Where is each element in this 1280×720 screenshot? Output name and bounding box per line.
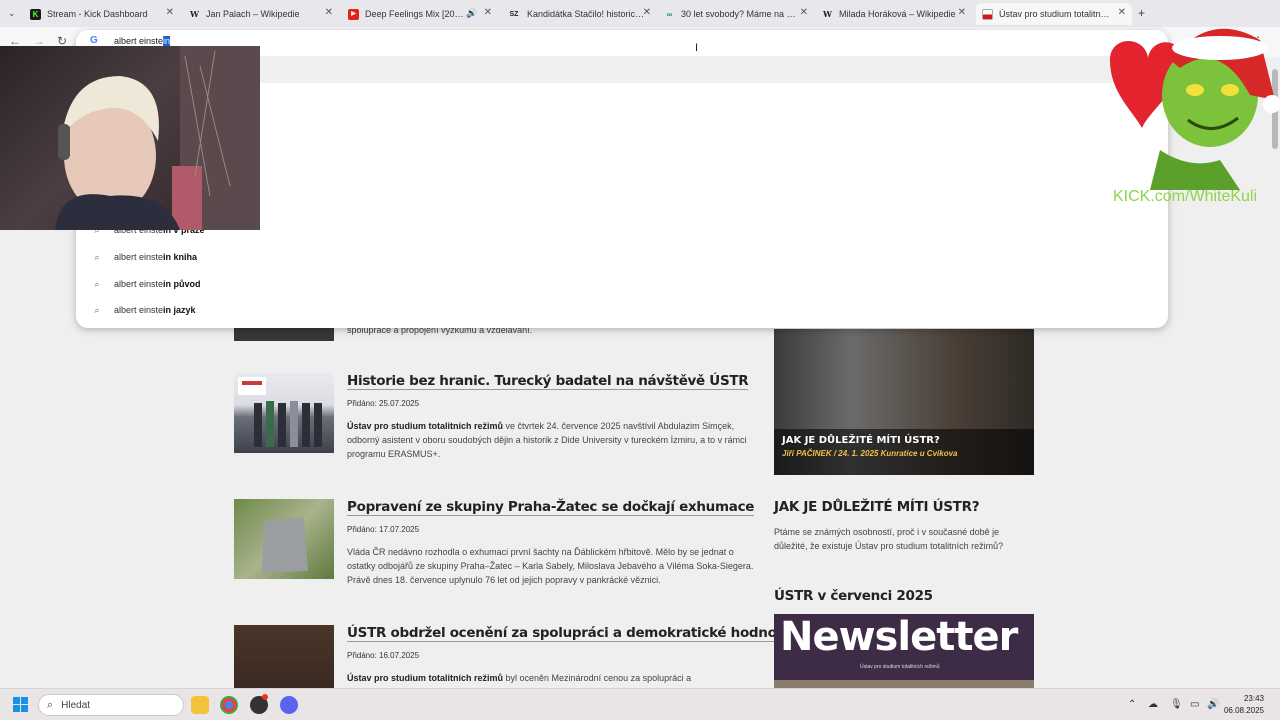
newsletter-title: Newsletter: [780, 614, 1018, 660]
sidebar-heading: JAK JE DŮLEŽITÉ MÍTI ÚSTR?: [774, 499, 980, 515]
suggestion-prefix: albert einste: [114, 252, 164, 262]
clock-time: 23:43: [1243, 694, 1264, 703]
wikipedia-icon: W: [190, 8, 199, 19]
webcam-overlay: [0, 46, 260, 230]
tab-milada-horakova[interactable]: W Milada Horáková – Wikipedie ✕: [822, 3, 972, 25]
article-title-link[interactable]: ÚSTR obdržel ocenění za spolupráci a dem…: [347, 625, 792, 642]
sz-icon: SZ: [509, 10, 519, 18]
tab-title: Milada Horáková – Wikipedie: [839, 9, 956, 19]
suggestion-item[interactable]: ⌕ albert einste in kniha: [92, 247, 197, 267]
close-icon[interactable]: ✕: [166, 7, 174, 18]
wikipedia-icon: W: [823, 8, 832, 19]
newsletter-strip: [774, 680, 1034, 688]
article-thumbnail[interactable]: [234, 499, 334, 579]
speaker-icon[interactable]: 🔊: [466, 8, 477, 19]
newsletter-subtitle: Ústav pro studium totalitních režimů: [860, 664, 940, 670]
search-icon: ⌕: [94, 278, 100, 289]
streamer-webcam-image: [55, 46, 260, 230]
article-title-link[interactable]: Popravení ze skupiny Praha-Žatec se dočk…: [347, 499, 754, 516]
close-icon[interactable]: ✕: [643, 7, 651, 18]
suggestion-completion: in kniha: [163, 252, 198, 262]
suggestion-item[interactable]: ⌕ albert einste in jazyk: [92, 300, 196, 320]
tab-title: Kandidátka Stačilo! historickým: [527, 9, 645, 19]
video-thumbnail[interactable]: JAK JE DŮLEŽITÉ MÍTI ÚSTR? Jiří PAČINEK …: [774, 329, 1034, 475]
kick-icon: K: [30, 8, 41, 20]
address-typed-text: albert einste: [114, 36, 164, 46]
search-icon: ⌕: [94, 251, 100, 262]
sidebar-text: Ptáme se známých osobností, proč i v sou…: [774, 527, 1004, 551]
tab-title: Deep Feelings Mix [2025]: [365, 9, 465, 19]
volume-icon[interactable]: 🔊: [1207, 699, 1219, 710]
sidebar-heading: ÚSTR v červenci 2025: [774, 588, 933, 604]
tab-search-chevron-icon[interactable]: ⌄: [8, 8, 16, 19]
cloud-icon[interactable]: ☁: [1148, 699, 1158, 710]
microphone-icon[interactable]: 🎙: [1170, 699, 1183, 710]
notification-dot-icon: [262, 694, 268, 700]
close-icon[interactable]: ✕: [484, 7, 492, 18]
chrome-icon[interactable]: [220, 696, 238, 714]
article-date: Přidáno: 17.07.2025: [347, 525, 420, 534]
clock-date: 06.08.2025: [1223, 706, 1264, 715]
search-icon: ⌕: [47, 698, 54, 711]
article-text: Ústav pro studium totalitních režimů ve …: [347, 419, 754, 461]
article-text: Ústav pro studium totalitních režimů byl…: [347, 671, 754, 685]
search-icon: ⌕: [94, 304, 100, 315]
chevron-up-icon[interactable]: ⌃: [1128, 699, 1136, 710]
article-lead: Ústav pro studium totalitních režimů: [347, 421, 504, 431]
close-icon[interactable]: ✕: [325, 7, 333, 18]
taskbar-search[interactable]: ⌕ Hledat: [38, 694, 184, 716]
tab-jan-palach[interactable]: W Jan Palach – Wikipedie ✕: [189, 3, 339, 25]
grinch-heart-image: [1110, 28, 1280, 190]
article-lead: Ústav pro studium totalitních režimů: [347, 673, 504, 683]
taskbar-search-placeholder: Hledat: [61, 699, 91, 711]
article-date: Přidáno: 25.07.2025: [347, 399, 420, 408]
suggestion-completion: in jazyk: [163, 305, 196, 315]
close-icon[interactable]: ✕: [800, 7, 808, 18]
network-icon[interactable]: ▭: [1190, 699, 1199, 710]
suggestion-prefix: albert einste: [114, 305, 164, 315]
tab-title: 30 let svobody? Máme na víc?: [681, 9, 799, 19]
memorial-stone-image: [262, 517, 308, 573]
stream-overlay: KICK.com/WhiteKuli: [1070, 0, 1280, 215]
tab-title: Jan Palach – Wikipedie: [206, 9, 300, 19]
suggestion-item[interactable]: ⌕ albert einste in původ: [92, 274, 201, 294]
kick-url-text: KICK.com/WhiteKuli: [1113, 188, 1258, 205]
system-clock[interactable]: 23:43 06.08.2025: [1224, 693, 1264, 717]
youtube-icon: ▶: [348, 8, 359, 20]
file-explorer-icon[interactable]: [191, 696, 209, 714]
article-date: Přidáno: 16.07.2025: [347, 651, 420, 660]
group-photo-image: [238, 377, 322, 447]
address-input[interactable]: albert einstein: [114, 36, 171, 46]
text-cursor-icon: I: [695, 42, 699, 54]
tab-kick-dashboard[interactable]: K Stream - Kick Dashboard ✕: [30, 3, 180, 25]
video-caption-subtitle: Jiří PAČINEK / 24. 1. 2025 Kunratice u C…: [782, 449, 958, 458]
tab-deep-feelings[interactable]: ▶ Deep Feelings Mix [2025] 🔊 ✕: [348, 3, 498, 25]
article-title-link[interactable]: Historie bez hranic. Turecký badatel na …: [347, 373, 749, 390]
article-body: byl oceněn Mezinárodní cenou za spoluprá…: [503, 673, 692, 683]
newsletter-banner[interactable]: Newsletter Ústav pro studium totalitních…: [774, 614, 1034, 688]
address-autocomplete: in: [163, 36, 171, 46]
tab-title: Stream - Kick Dashboard: [47, 9, 148, 19]
tab-kandidatka[interactable]: SZ Kandidátka Stačilo! historickým ✕: [507, 3, 657, 25]
windows-start-icon[interactable]: [13, 697, 29, 713]
video-caption-title: JAK JE DŮLEŽITÉ MÍTI ÚSTR?: [782, 435, 940, 446]
suggestion-completion: in původ: [163, 279, 201, 289]
site-icon: ∞: [666, 9, 673, 19]
close-icon[interactable]: ✕: [958, 7, 966, 18]
windows-taskbar: ⌕ Hledat ⌃ ☁ 🎙 ▭ 🔊 23:43 06.08.2025: [0, 688, 1280, 720]
article-text: Vláda ČR nedávno rozhodla o exhumaci prv…: [347, 547, 754, 585]
discord-icon[interactable]: [280, 696, 298, 714]
google-icon: G: [90, 35, 98, 46]
article-thumbnail[interactable]: [234, 625, 334, 688]
article-thumbnail[interactable]: [234, 373, 334, 453]
suggestion-prefix: albert einste: [114, 279, 164, 289]
flag-icon: [982, 8, 993, 20]
tab-30-let-svobody[interactable]: ∞ 30 let svobody? Máme na víc? ✕: [664, 3, 814, 25]
